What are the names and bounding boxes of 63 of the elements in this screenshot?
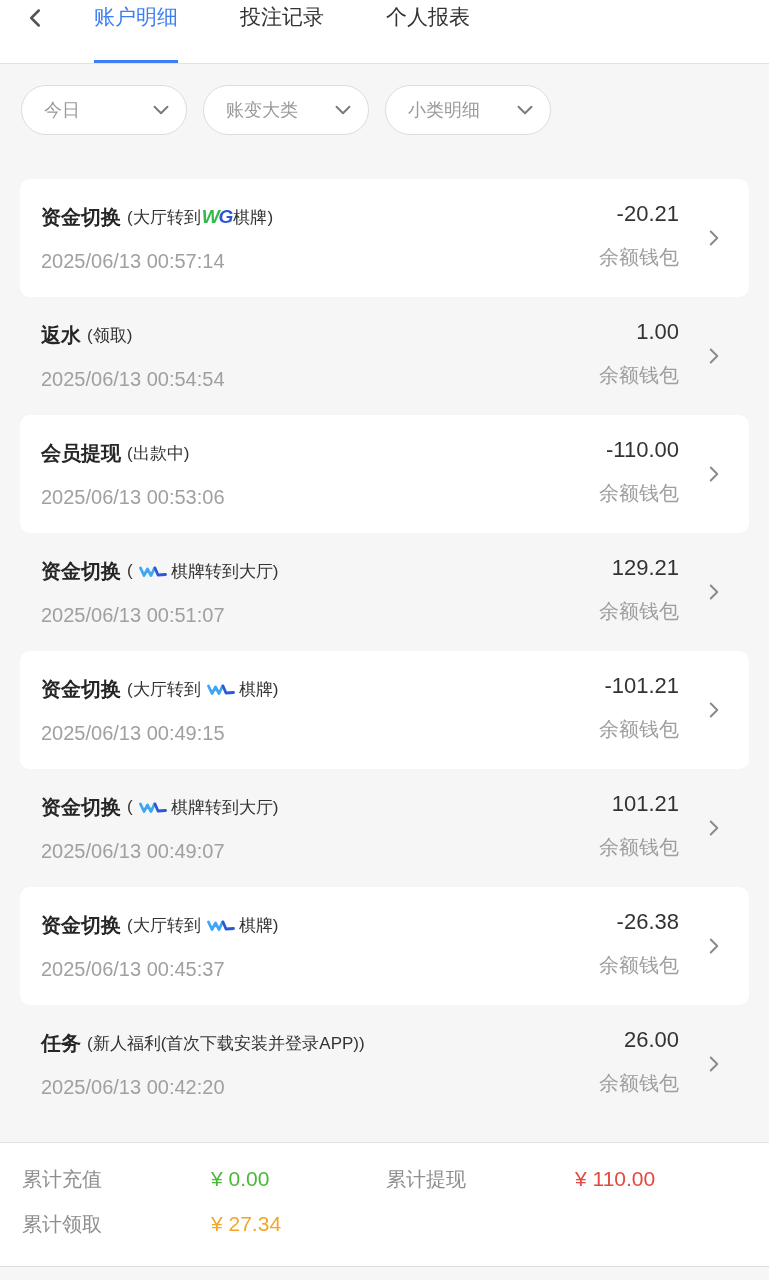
wave-logo-icon [206, 918, 235, 932]
record-detail: ( [127, 561, 133, 581]
record-detail: (大厅转到 [127, 206, 201, 229]
wallet-label: 余额钱包 [599, 1071, 679, 1096]
wave-logo-icon [138, 564, 167, 578]
wallet-label: 余额钱包 [599, 481, 679, 506]
record-detail: 棋牌转到大厅) [170, 560, 279, 583]
record-detail: 棋牌转到大厅) [170, 796, 279, 819]
tab[interactable]: 投注记录 [240, 0, 324, 63]
wallet-label: 余额钱包 [599, 717, 679, 742]
record-detail: 棋牌) [238, 678, 279, 701]
wallet-label: 余额钱包 [599, 835, 679, 860]
record-amount: -20.21 [616, 200, 679, 228]
record-detail: 棋牌) [233, 206, 274, 229]
record-detail: (新人福利(首次下载安装并登录APP)) [87, 1032, 365, 1055]
record-card[interactable]: 资金切换 (大厅转到 棋牌) 2025/06/13 00:49:15 -101.21 余额钱包 [20, 651, 749, 769]
record-type: 返水 [41, 322, 81, 348]
record-time: 2025/06/13 00:53:06 [41, 485, 225, 510]
record-detail: (大厅转到 [127, 678, 201, 701]
record-card[interactable]: 资金切换 (大厅转到 棋牌) 2025/06/13 00:45:37 -26.38 余额钱包 [20, 887, 749, 1005]
record-card[interactable]: 资金切换 (大厅转到WG棋牌) 2025/06/13 00:57:14 -20.21 余额钱包 [20, 179, 749, 297]
record-time: 2025/06/13 00:49:07 [41, 839, 225, 864]
record-time: 2025/06/13 00:57:14 [41, 249, 225, 274]
record-type: 资金切换 [41, 558, 121, 584]
wallet-label: 余额钱包 [599, 953, 679, 978]
record-amount: -101.21 [604, 672, 679, 700]
summary-value: ¥ 110.00 [575, 1166, 656, 1192]
record-detail: ( [127, 797, 133, 817]
summary-label: 累计领取 [22, 1212, 102, 1237]
tab[interactable]: 个人报表 [386, 0, 470, 63]
record-time: 2025/06/13 00:51:07 [41, 603, 225, 628]
record-type: 资金切换 [41, 794, 121, 820]
record-detail: (出款中) [127, 442, 190, 465]
summary-value: ¥ 27.34 [211, 1211, 282, 1237]
record-card[interactable]: 会员提现 (出款中) 2025/06/13 00:53:06 -110.00 余额钱包 [20, 415, 749, 533]
record-time: 2025/06/13 00:42:20 [41, 1075, 225, 1100]
record-amount: -110.00 [606, 436, 679, 464]
record-time: 2025/06/13 00:54:54 [41, 367, 225, 392]
record-type: 会员提现 [41, 440, 121, 466]
record-amount: 26.00 [623, 1026, 679, 1054]
logo-wordmark: WG [201, 206, 233, 228]
record-amount: -26.38 [616, 908, 679, 936]
wallet-label: 余额钱包 [599, 363, 679, 388]
wave-logo-icon [206, 682, 235, 696]
record-type: 任务 [41, 1030, 81, 1056]
wallet-label: 余额钱包 [599, 599, 679, 624]
record-amount: 1.00 [636, 318, 679, 346]
record-detail: (领取) [87, 324, 133, 347]
wave-logo-icon [138, 800, 167, 814]
record-type: 资金切换 [41, 204, 121, 230]
record-type: 资金切换 [41, 912, 121, 938]
summary-label: 累计充值 [22, 1167, 102, 1192]
record-time: 2025/06/13 00:49:15 [41, 721, 225, 746]
record-amount: 101.21 [611, 790, 679, 818]
record-detail: 棋牌) [238, 914, 279, 937]
record-time: 2025/06/13 00:45:37 [41, 957, 225, 982]
record-amount: 129.21 [611, 554, 679, 582]
record-detail: (大厅转到 [127, 914, 201, 937]
record-type: 资金切换 [41, 676, 121, 702]
summary-value: ¥ 0.00 [211, 1166, 270, 1192]
wallet-label: 余额钱包 [599, 245, 679, 270]
summary-label: 累计提现 [386, 1167, 466, 1192]
tab[interactable]: 账户明细 [94, 0, 178, 63]
